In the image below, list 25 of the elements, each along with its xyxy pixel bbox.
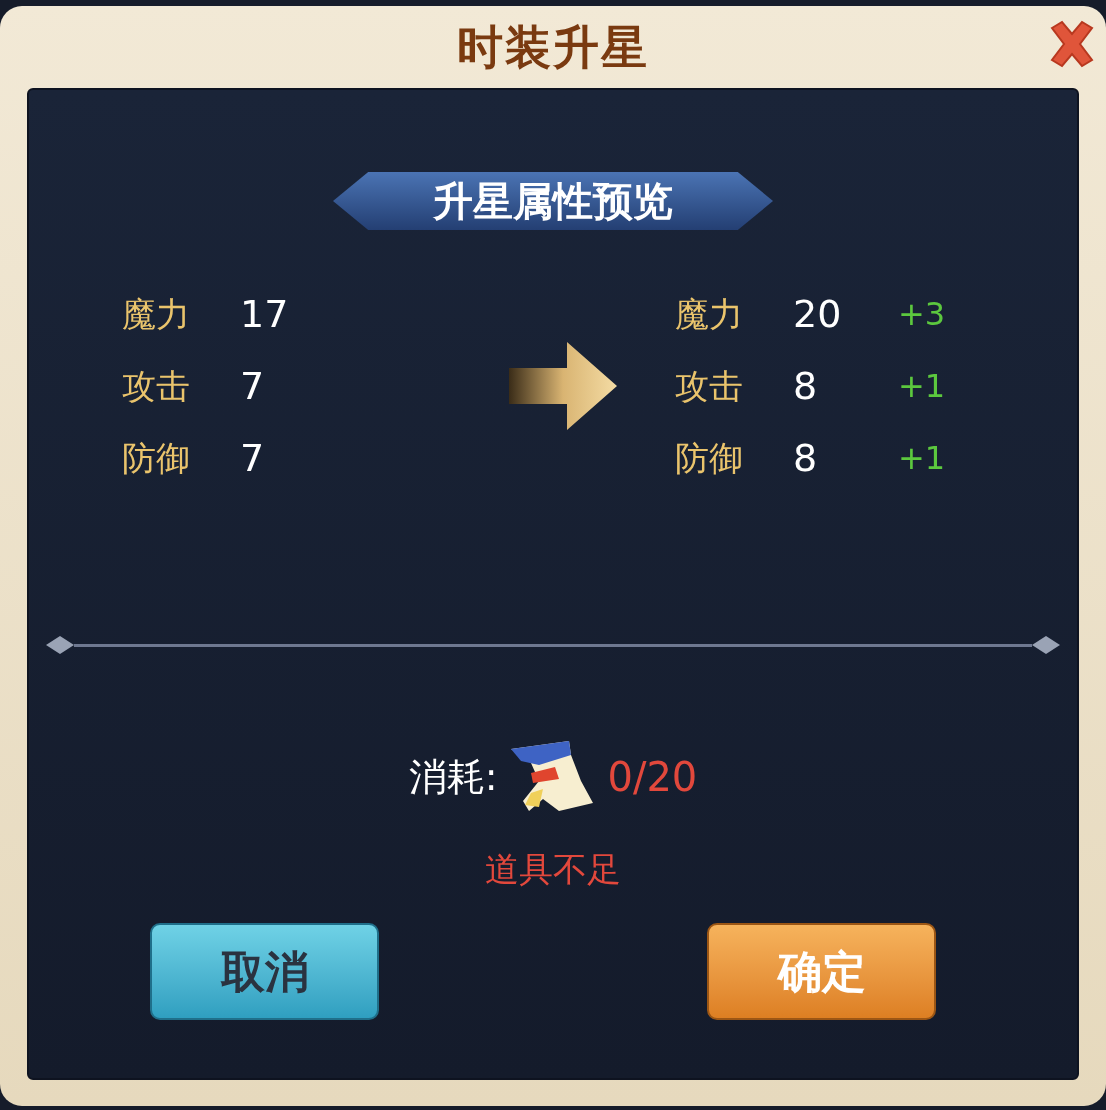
cancel-button[interactable]: 取消 [150,923,379,1020]
stat-label: 魔力 [122,292,191,336]
stat-label: 防御 [675,436,744,480]
stat-label: 攻击 [122,364,191,408]
section-heading: 升星属性预览 [433,177,673,226]
stat-label: 攻击 [675,364,744,408]
stat-value: 8 [793,362,819,410]
stat-value: 8 [793,434,819,482]
stat-value: 20 [793,290,843,338]
garment-item-icon [509,741,596,813]
stat-increase: +1 [898,438,946,479]
stat-value: 7 [240,434,265,482]
warning-text: 道具不足 [485,848,621,891]
arrow-icon [509,340,619,432]
stat-label: 魔力 [675,292,744,336]
stat-value: 17 [240,290,289,338]
stat-increase: +3 [898,294,946,335]
stat-increase: +1 [898,366,946,407]
stat-value: 7 [240,362,265,410]
cost-amount: 0/20 [607,753,698,802]
divider-end-icon [46,636,74,654]
cost-label: 消耗: [408,753,498,801]
window-title: 时装升星 [457,18,649,76]
stat-label: 防御 [122,436,191,480]
divider-end-icon [1032,636,1060,654]
